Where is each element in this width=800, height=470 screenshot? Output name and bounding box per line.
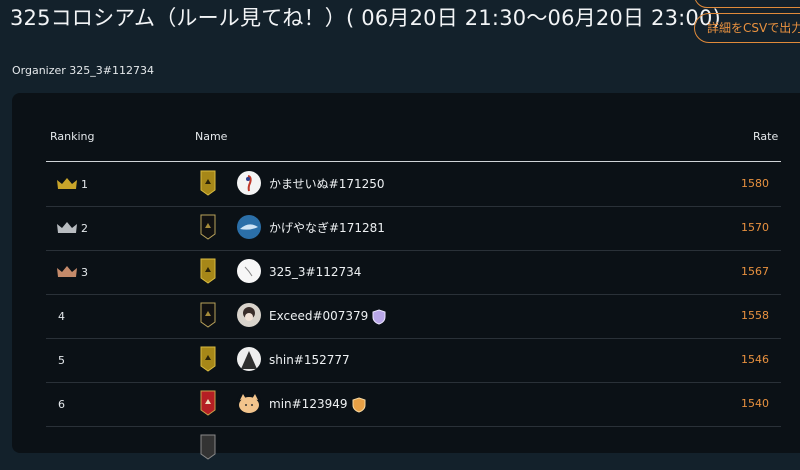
orange-shield-icon [352, 396, 365, 413]
player-name[interactable]: min#123949 [269, 382, 366, 426]
rank-number: 5 [58, 353, 65, 367]
gold-emblem-icon [200, 346, 216, 372]
top-button[interactable] [694, 0, 800, 8]
player-name-text: Exceed#007379 [269, 309, 369, 323]
export-csv-button[interactable]: 詳細をCSVで出力 [694, 13, 800, 43]
bronze-crown-icon [57, 266, 77, 277]
page-title: 325コロシアム（ルール見てね！）( 06月20日 21:30〜06月20日 2… [10, 6, 721, 30]
rate-value: 1567 [741, 265, 769, 278]
avatar [237, 171, 261, 195]
silver-crown-icon [57, 222, 77, 233]
rank-cell: 1 [46, 162, 88, 206]
table-row[interactable]: 1 かませいぬ#171250 1580 [46, 162, 781, 207]
organizer-label: Organizer 325_3#112734 [12, 64, 155, 77]
player-name[interactable]: Exceed#007379 [269, 294, 386, 338]
gold-emblem-icon [200, 258, 216, 284]
rank-cell: 2 [46, 206, 88, 250]
avatar [237, 215, 261, 239]
rank-cell: 3 [46, 250, 88, 294]
gold-emblem-icon [200, 170, 216, 196]
rate-value: 1540 [741, 397, 769, 410]
player-name[interactable]: かませいぬ#171250 [269, 162, 385, 206]
table-row[interactable]: 2 かげやなぎ#171281 1570 [46, 206, 781, 251]
column-rate: Rate [753, 130, 779, 143]
avatar [237, 259, 261, 283]
purple-shield-icon [372, 308, 386, 325]
gold-crown-icon [57, 178, 77, 189]
avatar [237, 347, 261, 371]
player-name[interactable]: shin#152777 [269, 338, 350, 382]
rate-value: 1570 [741, 221, 769, 234]
red-emblem-icon [200, 390, 216, 416]
rank-cell: 4 [46, 294, 65, 338]
column-ranking: Ranking [50, 130, 95, 143]
rank-number: 4 [58, 309, 65, 323]
rank-number: 1 [81, 177, 88, 191]
rate-value: 1558 [741, 309, 769, 322]
table-row[interactable] [46, 426, 781, 470]
rank-number: 3 [81, 265, 88, 279]
player-name[interactable]: かげやなぎ#171281 [269, 206, 385, 250]
table-row[interactable]: 4 Exceed#007379 1558 [46, 294, 781, 339]
rank-cell: 6 [46, 382, 65, 426]
rank-number: 6 [58, 397, 65, 411]
avatar [237, 303, 261, 327]
rate-value: 1580 [741, 177, 769, 190]
player-name-text: min#123949 [269, 397, 348, 411]
avatar [237, 391, 261, 415]
rate-value: 1546 [741, 353, 769, 366]
column-name: Name [195, 130, 228, 143]
table-row[interactable]: 6 min#123949 1540 [46, 382, 781, 427]
table-row[interactable]: 3 325_3#112734 1567 [46, 250, 781, 295]
table-row[interactable]: 5 shin#152777 1546 [46, 338, 781, 383]
rank-cell: 5 [46, 338, 65, 382]
player-name[interactable]: 325_3#112734 [269, 250, 361, 294]
black-emblem-icon [200, 214, 216, 240]
rank-number: 2 [81, 221, 88, 235]
black-emblem-icon [200, 302, 216, 328]
